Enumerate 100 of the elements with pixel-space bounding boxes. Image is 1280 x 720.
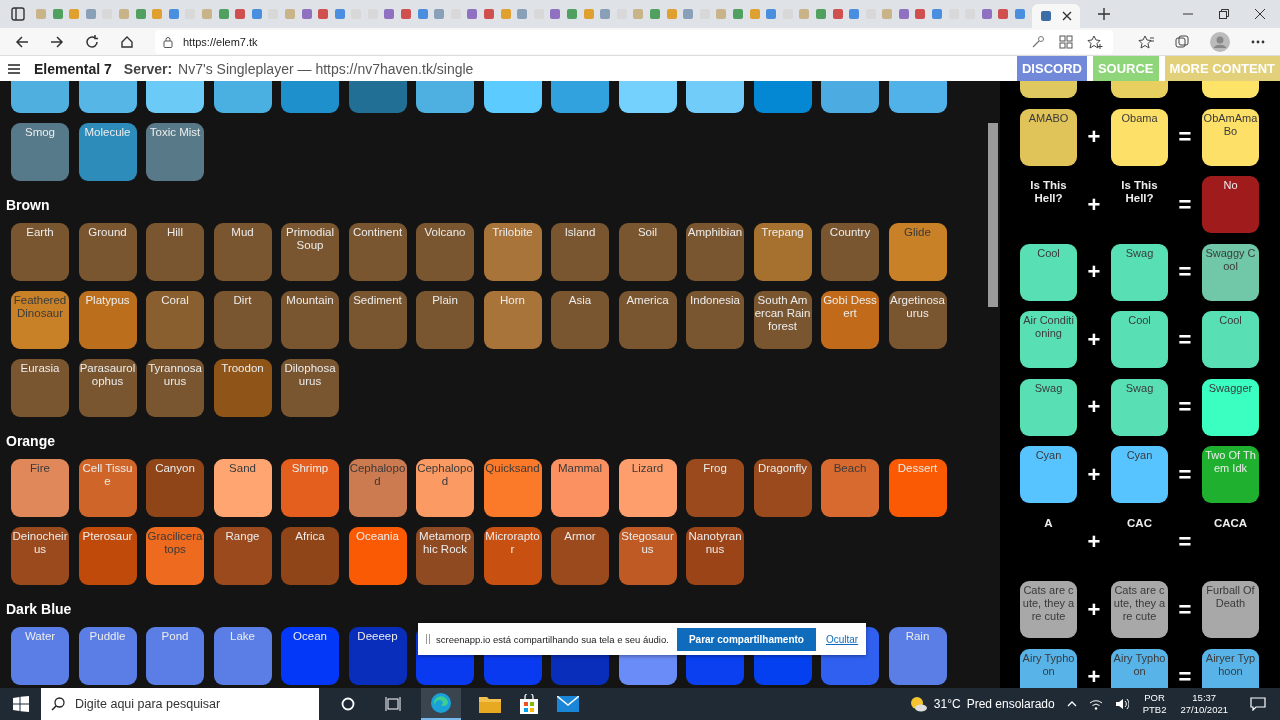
close-icon[interactable] (1255, 9, 1265, 19)
tab-icon[interactable] (134, 8, 147, 20)
keyboard-layout[interactable]: PTB2 (1142, 704, 1167, 716)
tab-icon[interactable] (217, 8, 230, 20)
element-tile[interactable]: Island (551, 223, 609, 281)
element-tile[interactable]: Armor (551, 527, 609, 585)
element-tile[interactable]: Mountain (281, 291, 339, 349)
back-icon[interactable] (15, 34, 29, 49)
tab-icon[interactable] (400, 8, 413, 20)
key-icon[interactable] (1031, 34, 1045, 49)
volume-icon[interactable] (1114, 698, 1129, 710)
folder-icon[interactable] (479, 695, 501, 713)
tab-icon[interactable] (167, 8, 180, 20)
element-tile[interactable]: Argetinosaurus (888, 291, 947, 349)
tab-icon[interactable] (317, 8, 330, 20)
tab-icon[interactable] (383, 8, 396, 20)
tab-icon[interactable] (416, 8, 429, 20)
active-tab[interactable] (1032, 4, 1081, 28)
element-tile[interactable]: Parasaurolophus (78, 359, 137, 417)
element-tile[interactable]: Dirt (213, 291, 272, 349)
element-tile[interactable]: Plain (416, 291, 474, 349)
element-tile[interactable]: Cool (1111, 311, 1168, 368)
element-tile[interactable]: Toxic Mist (146, 123, 204, 181)
tab-icon[interactable] (632, 8, 645, 20)
tab-icon[interactable] (814, 8, 827, 20)
element-tile[interactable]: Puddle (78, 627, 137, 685)
element-tile[interactable]: Cyan (1111, 446, 1168, 503)
wifi-icon[interactable] (1088, 698, 1103, 710)
element-tile[interactable]: Cool (1202, 311, 1259, 368)
windows-start-icon[interactable] (13, 696, 29, 712)
tab-icon[interactable] (848, 8, 861, 20)
maximize-icon[interactable] (1219, 9, 1229, 19)
element-tile[interactable]: Hill (146, 223, 204, 281)
clock-date[interactable]: 27/10/2021 (1180, 704, 1228, 716)
scrollbar-thumb[interactable] (988, 123, 998, 307)
element-tile[interactable]: Frog (686, 459, 744, 517)
element-tile[interactable]: Fire (11, 459, 69, 517)
weather-icon[interactable] (909, 696, 928, 712)
element-tile[interactable]: Lizard (618, 459, 677, 517)
stop-sharing-button[interactable]: Parar compartilhamento (676, 627, 816, 651)
grip-icon[interactable] (426, 634, 430, 644)
element-tile[interactable]: Sand (213, 459, 272, 517)
tab-icon[interactable] (68, 8, 81, 20)
menu-icon[interactable] (8, 63, 20, 74)
element-tile[interactable]: Africa (281, 527, 339, 585)
element-tile[interactable]: Cephalopod (416, 459, 474, 517)
tab-icon[interactable] (599, 8, 612, 20)
element-tile[interactable]: Deinocheirus (11, 527, 69, 585)
element-tile[interactable]: Ground (78, 223, 137, 281)
element-tile[interactable]: Swag (1111, 243, 1168, 301)
element-tile[interactable]: Gobi Dessert (821, 291, 879, 349)
address-field[interactable]: https://elem7.tk (155, 29, 1113, 54)
tab-icon[interactable] (117, 8, 130, 20)
element-tile[interactable]: Trepang (753, 223, 812, 281)
element-tile[interactable]: Cephalopod (348, 459, 407, 517)
mail-icon[interactable] (557, 696, 579, 712)
tab-icon[interactable] (433, 8, 446, 20)
element-tile[interactable]: Beach (821, 459, 879, 517)
tab-icon[interactable] (931, 8, 944, 20)
language[interactable]: POR (1144, 692, 1165, 704)
notifications-icon[interactable] (1250, 697, 1266, 711)
tab-icon[interactable] (466, 8, 479, 20)
tab-icon[interactable] (897, 8, 910, 20)
search-field[interactable]: Digite aqui para pesquisar (41, 688, 319, 720)
element-tile[interactable]: Stegosaurus (618, 527, 677, 585)
element-tile[interactable]: Pond (146, 627, 204, 685)
store-icon[interactable] (519, 694, 539, 714)
chevron-up-icon[interactable] (1066, 701, 1077, 707)
element-tile[interactable]: Mammal (551, 459, 609, 517)
element-tile[interactable]: Mud (213, 223, 272, 281)
element-tile[interactable]: Dilophosaurus (281, 359, 339, 417)
element-tile[interactable]: Cats are cute, they are cute (1020, 581, 1077, 638)
tab-icon[interactable] (715, 8, 728, 20)
more-icon[interactable] (1251, 39, 1265, 44)
tab-icon[interactable] (765, 8, 778, 20)
tab-icon[interactable] (151, 8, 164, 20)
element-tile[interactable]: Furball Of Death (1202, 581, 1259, 638)
element-tile[interactable]: Range (213, 527, 272, 585)
tab-icon[interactable] (914, 8, 927, 20)
element-tile[interactable]: Cats are cute, they are cute (1111, 581, 1168, 638)
element-tile[interactable]: Primodial Soup (281, 223, 339, 281)
element-tile[interactable]: Eurasia (11, 359, 69, 417)
hide-link[interactable]: Ocultar (825, 633, 859, 645)
element-tile[interactable]: Indonesia (686, 291, 744, 349)
element-tile[interactable]: Trilobite (483, 223, 542, 281)
edge-taskbar-button[interactable] (421, 688, 461, 720)
element-tile[interactable]: Tyrannosaurus (146, 359, 204, 417)
element-tile[interactable]: Cyan (1020, 446, 1077, 503)
tab-icon[interactable] (250, 8, 263, 20)
tab-icon[interactable] (483, 8, 496, 20)
element-tile[interactable]: Horn (483, 291, 542, 349)
tab-icon[interactable] (731, 8, 744, 20)
grid-icon[interactable] (1059, 34, 1073, 49)
element-tile[interactable]: Cell Tissue (78, 459, 137, 517)
tab-icon[interactable] (980, 8, 993, 20)
element-tile[interactable]: Volcano (416, 223, 474, 281)
element-tile[interactable]: Microraptor (483, 527, 542, 585)
workspaces-icon[interactable] (11, 7, 25, 21)
element-tile[interactable]: Earth (11, 223, 69, 281)
tab-icon[interactable] (881, 8, 894, 20)
